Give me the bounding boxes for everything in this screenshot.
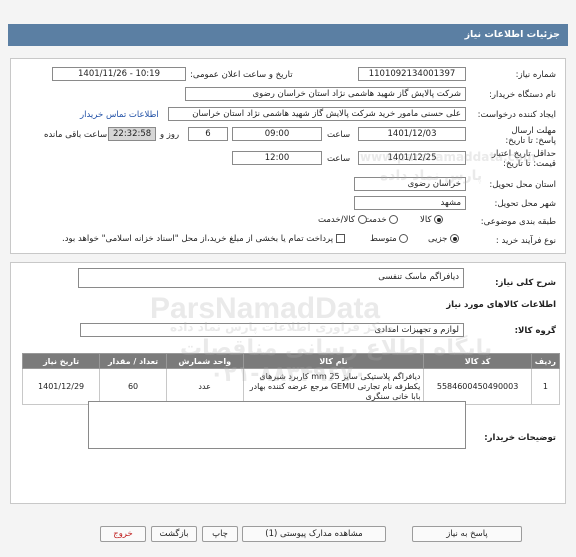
need-number-field: 1101092134001397 — [358, 67, 466, 81]
table-row: 1 5584600450490003 دیافراگم پلاستیکی سای… — [21, 368, 561, 405]
col-header-unit: واحد شمارش — [165, 353, 244, 369]
view-attachments-button[interactable]: مشاهده مدارک پیوستی (1) — [242, 526, 386, 542]
category-option-goods[interactable]: کالا — [420, 215, 444, 225]
category-option-goods-service[interactable]: کالا/خدمت — [318, 215, 367, 225]
cell-date: 1401/12/29 — [21, 368, 101, 405]
print-button[interactable]: چاپ — [202, 526, 238, 542]
cell-code: 5584600450490003 — [423, 368, 532, 405]
radio-selected-icon[interactable] — [450, 234, 460, 243]
buyer-notes-field — [88, 401, 466, 449]
deadline-date-field: 1401/12/03 — [358, 127, 466, 141]
back-button[interactable]: بازگشت — [151, 526, 197, 542]
table-header-row: ردیف کد کالا نام کالا واحد شمارش تعداد /… — [21, 353, 561, 369]
creator-field: علی حسنی مامور خرید شرکت پالایش گاز شهید… — [168, 107, 466, 121]
cell-qty: 60 — [99, 368, 167, 405]
remaining-label: ساعت باقی مانده — [44, 130, 108, 140]
cell-name: دیافراگم پلاستیکی سایز 25 mm کاربرد شیره… — [242, 368, 425, 405]
category-goods-label: کالا — [420, 215, 432, 225]
radio-icon[interactable] — [357, 215, 367, 224]
deadline-time-field: 09:00 — [232, 127, 322, 141]
city-field: مشهد — [354, 196, 466, 210]
contact-buyer-link[interactable]: اطلاعات تماس خریدار — [80, 110, 159, 120]
goods-heading: اطلاعات کالاهای مورد نیاز — [446, 300, 556, 310]
city-label: شهر محل تحویل: — [494, 199, 556, 209]
group-field: لوازم و تجهیزات امدادی — [80, 323, 464, 337]
process-medium-label: متوسط — [370, 234, 397, 244]
summary-label: شرح کلی نیاز: — [495, 278, 556, 288]
category-goods-service-label: کالا/خدمت — [318, 215, 355, 225]
page-title: جزئیات اطلاعات نیاز — [8, 24, 568, 46]
reply-button[interactable]: پاسخ به نیاز — [412, 526, 522, 542]
exit-button[interactable]: خروج — [100, 526, 146, 542]
treasury-payment-option[interactable]: پرداخت تمام یا بخشی از مبلغ خرید،از محل … — [62, 234, 345, 244]
category-service-label: خدمت — [364, 215, 387, 225]
creator-label: ایجاد کننده درخواست: — [477, 110, 556, 120]
days-field: 6 — [188, 127, 228, 141]
treasury-payment-label: پرداخت تمام یا بخشی از مبلغ خرید،از محل … — [62, 234, 334, 244]
col-header-name: نام کالا — [242, 353, 425, 369]
group-label: گروه کالا: — [514, 326, 556, 336]
days-label: روز و — [160, 130, 180, 140]
process-label: نوع فرآیند خرید : — [495, 236, 556, 246]
process-minor-label: جزیی — [428, 234, 448, 244]
buyer-notes-label: توضیحات خریدار: — [484, 433, 556, 443]
col-header-date: تاریخ نیاز — [21, 353, 101, 369]
buyer-field: شرکت پالایش گاز شهید هاشمی نژاد استان خر… — [185, 87, 466, 101]
need-number-label: شماره نیاز: — [515, 70, 556, 80]
validity-time-label: ساعت — [327, 154, 351, 164]
col-header-qty: تعداد / مقدار — [99, 353, 167, 369]
radio-selected-icon[interactable] — [434, 215, 444, 224]
col-header-code: کد کالا — [423, 353, 532, 369]
radio-icon[interactable] — [399, 234, 409, 243]
col-header-row-number: ردیف — [530, 353, 561, 369]
cell-unit: عدد — [165, 368, 244, 405]
validity-time-field: 12:00 — [232, 151, 322, 165]
remaining-time-field: 22:32:58 — [108, 127, 156, 141]
category-option-service[interactable]: خدمت — [364, 215, 399, 225]
announce-field: 1401/11/26 - 10:19 — [52, 67, 186, 81]
province-field: خراسان رضوی — [354, 177, 466, 191]
announce-label: تاریخ و ساعت اعلان عمومی: — [190, 70, 293, 80]
deadline-label: مهلت ارسال پاسخ: تا تاریخ: — [505, 126, 556, 146]
category-label: طبقه بندی موضوعی: — [480, 217, 556, 227]
cell-row-number: 1 — [530, 368, 561, 405]
validity-date-field: 1401/12/25 — [358, 151, 466, 165]
checkbox-icon[interactable] — [335, 234, 345, 243]
summary-field: دیافراگم ماسک تنفسی — [78, 268, 464, 288]
province-label: استان محل تحویل: — [489, 180, 556, 190]
deadline-time-label: ساعت — [327, 130, 351, 140]
process-option-minor[interactable]: جزیی — [428, 234, 460, 244]
process-option-medium[interactable]: متوسط — [370, 234, 409, 244]
buyer-label: نام دستگاه خریدار: — [489, 90, 556, 100]
validity-label: حداقل تاریخ اعتبار قیمت: تا تاریخ: — [491, 149, 556, 169]
radio-icon[interactable] — [389, 215, 399, 224]
goods-table: ردیف کد کالا نام کالا واحد شمارش تعداد /… — [21, 353, 561, 405]
